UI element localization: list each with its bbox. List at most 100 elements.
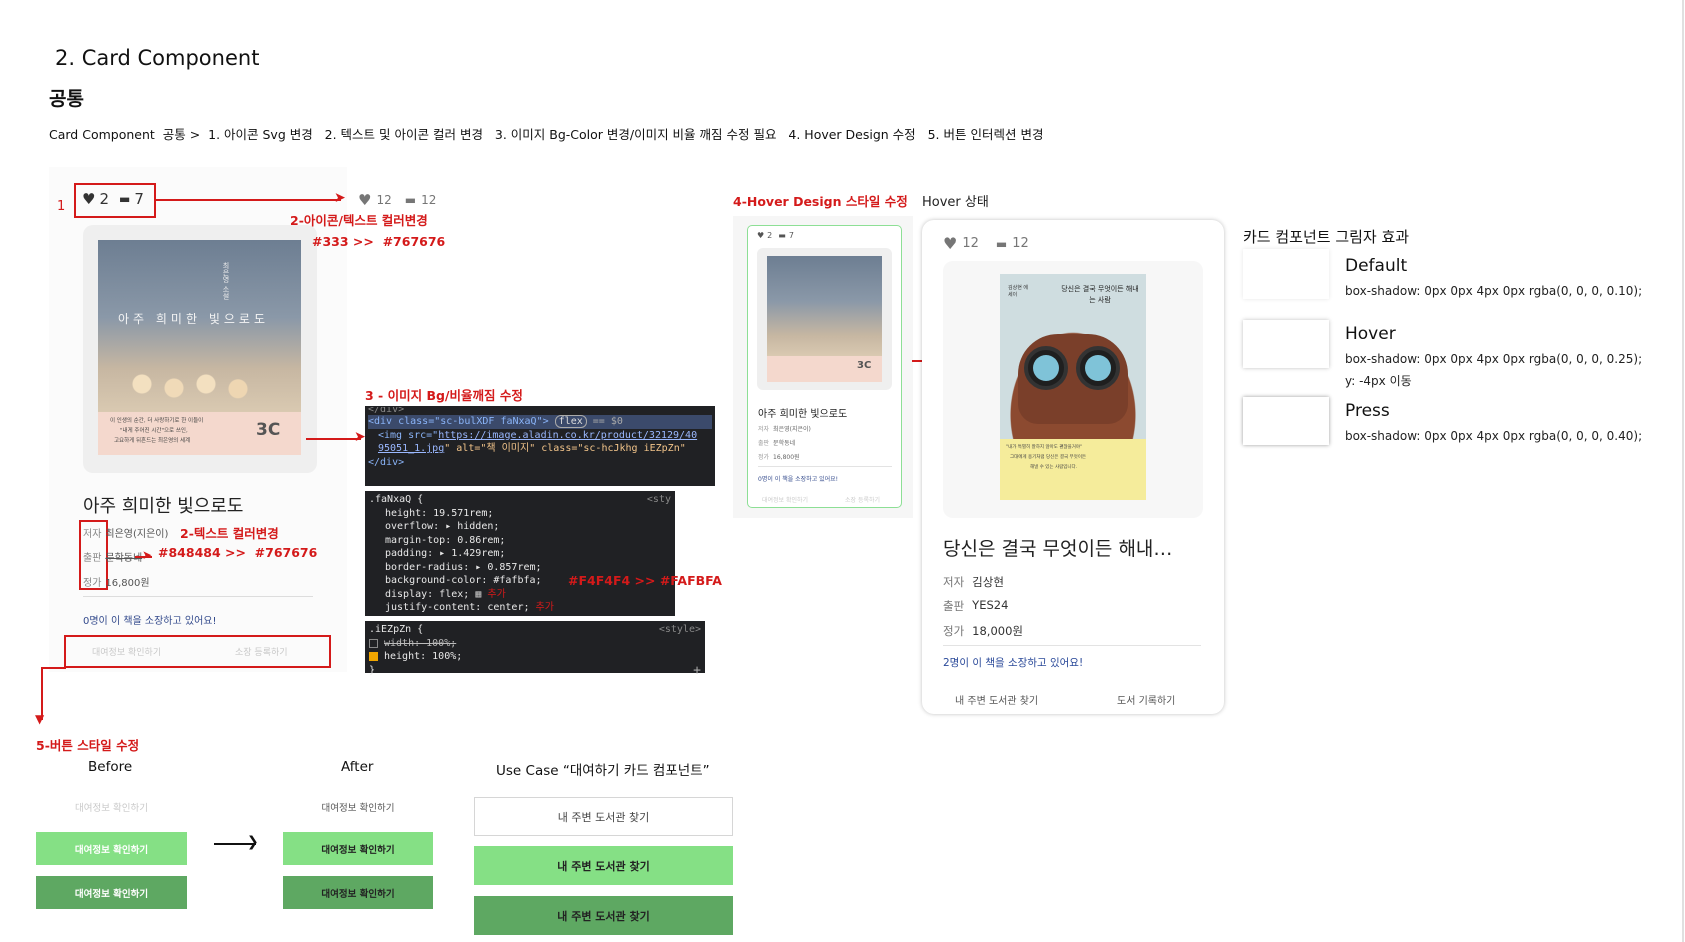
hover-owners-text: 2명이 이 책을 소장하고 있어요! [943,657,1084,669]
html-line-3: 95051_1.jpg" alt="책 이미지" class="sc-hcJkh… [378,443,686,454]
annotation-2-text: 2-텍스트 컬러변경 [180,526,279,541]
old-comment-count: 7 [134,190,144,208]
css2-checkbox-width[interactable] [369,638,378,648]
annotation-2-icon-text: 2-아이콘/텍스트 컬러변경 [290,213,428,228]
old-price-row: 정가 16,800원 [83,574,150,589]
css2-selector: .iEZpZn { [369,624,424,635]
css2-source: <style> [658,624,701,635]
hover-comment-count: 12 [1012,236,1029,251]
hover-small-divider [758,466,892,467]
old-book-title: 아주 희미한 빛으로도 [83,496,244,517]
usecase-hover-button[interactable]: 내 주변 도서관 찾기 [474,846,733,885]
old-author-value: 최은영(지은이) [105,529,169,540]
comment-icon: ▬ [404,193,417,207]
hover-small-owners: 0명이 이 책을 소장하고 있어요! [758,476,839,483]
page-scrollbar[interactable] [1682,0,1684,942]
hover-cover-small-text: 김상현 에세이 [1008,285,1028,298]
old-card-divider [83,596,313,597]
css1-prop-7: justify-content: center; [385,602,530,613]
old-author-label: 저자 [83,529,102,540]
annotation-4: 4-Hover Design 스타일 수정 [733,194,908,209]
hover-publisher-label: 출판 [943,599,965,613]
annotation-2-text-colors: #848484 >> #767676 [158,545,318,560]
old-cover-title: 아주 희미한 빛으로도 [118,312,269,326]
comment-icon: ▬ [119,192,131,206]
heart-icon: ♥ [358,191,372,209]
hover-book-title: 당신은 결국 무엇이든 해내… [943,538,1173,560]
grid-icon: ▦ [475,588,482,600]
annotation-2-icon-colors: #333 >> #767676 [312,234,446,249]
annotation-1: 1 [57,199,66,214]
hover-cover-quote-3: 해낼 수 있는 사람입니다. [1030,465,1078,470]
shadow-hover-label: Hover [1345,324,1396,344]
css1-prop-4: border-radius: ▸ 0.857rem; [385,561,542,573]
hover-small-title: 아주 희미한 빛으로도 [758,409,848,420]
hover-small-cover: 3C [767,256,882,382]
css-block-fanxaq: .faNxaQ { <sty height: 19.571rem; overfl… [365,491,675,616]
css2-prop-width: width: 100%; [384,637,457,649]
shadow-hover-value: box-shadow: 0px 0px 4px 0px rgba(0, 0, 0… [1345,352,1643,366]
arrow-line-3 [306,438,361,440]
hover-small-rental-button[interactable]: 대여정보 확인하기 [762,495,808,504]
hover-cover-quote-2: 그대에게 용기처럼 당신은 결국 무엇이든 [1010,455,1087,460]
hover-small-price: 정가 16,800원 [758,454,800,461]
hover-small-register-button[interactable]: 소장 등록하기 [845,495,880,504]
hover-book-cover: 김상현 에세이 당신은 결국 무엇이든 해내는 사람 "내가 특별히 잘하지 않… [1000,274,1146,500]
css2-checkbox-height[interactable] [369,652,378,662]
after-default-button[interactable]: 대여정보 확인하기 [283,794,433,820]
html-line-4: </div> [368,456,405,468]
old-cover-caption-3: 고요하게 뒤흔드는 최은영의 세계 [114,438,191,444]
old-cover-caption-1: 이 인생의 순간, 더 사랑하기로 한 이들이 [110,418,204,424]
before-hover-button[interactable]: 대여정보 확인하기 [36,832,187,865]
hover-publisher-value: YES24 [972,598,1009,612]
hover-state-label: Hover 상태 [922,195,989,210]
shadow-press-swatch [1243,397,1329,445]
usecase-press-button[interactable]: 내 주변 도서관 찾기 [474,896,733,935]
old-publisher-label: 출판 [83,553,102,564]
after-hover-button[interactable]: 대여정보 확인하기 [283,832,433,865]
html-line-1: <div class="sc-bulXDF faNxaQ"> flex == $… [368,415,712,429]
hover-card-reactions: ♥ 12 ▬ 12 [943,234,1029,253]
css1-source: <sty [646,494,671,505]
old-author-row: 저자 최은영(지은이) [83,525,168,540]
old-register-button[interactable]: 소장 등록하기 [235,645,288,658]
annotation-5: 5-버튼 스타일 수정 [36,738,140,753]
old-cover-top-text: 최은영 소설 [222,262,230,300]
hover-small-comment-count: 7 [788,231,794,240]
hover-author-row: 저자 김상현 [943,574,1004,590]
shadow-default-swatch [1243,249,1329,299]
css1-prop-3: padding: ▸ 1.429rem; [385,548,506,559]
before-label: Before [88,759,133,775]
old-rental-button[interactable]: 대여정보 확인하기 [92,645,161,658]
section-subtitle: 공통 [49,88,84,110]
hover-small-publisher: 출판 문학동네 [758,440,796,447]
annotation-3-bg-colors: #F4F4F4 >> #FAFBFA [568,573,722,588]
arrow-head-5: ▼ [35,712,45,726]
css1-prop-2: margin-top: 0.86rem; [385,534,506,546]
usecase-default-button[interactable]: 내 주변 도서관 찾기 [474,797,733,836]
shadow-hover-extra: y: -4px 이동 [1345,374,1412,388]
section-description: Card Component 공통 > 1. 아이콘 Svg 변경 2. 텍스트… [49,127,1044,142]
hover-price-row: 정가 18,000원 [943,623,1023,639]
hover-cover-title: 당신은 결국 무엇이든 해내는 사람 [1061,285,1139,304]
hover-small-like-count: 2 [767,231,773,240]
arrow-head-2b: ➤ [142,548,153,562]
add-icon[interactable]: + [693,663,701,678]
old-cover-badge: 3C [256,420,281,440]
before-default-button[interactable]: 대여정보 확인하기 [36,794,187,820]
arrow-line-1 [156,199,341,201]
old-book-cover: 최은영 소설 아주 희미한 빛으로도 이 인생의 순간, 더 사랑하기로 한 이… [98,240,301,455]
usecase-label: Use Case “대여하기 카드 컴포넌트” [496,763,710,779]
css1-prop-1: overflow: ▸ hidden; [385,521,500,532]
hover-find-library-button[interactable]: 내 주변 도서관 찾기 [955,692,1038,707]
annotation-3: 3 - 이미지 Bg/비율깨짐 수정 [365,388,523,403]
heart-icon: ♥ [82,190,96,208]
shadow-default-label: Default [1345,256,1408,276]
css-block-iezpzn: .iEZpZn { <style> width: 100%; height: 1… [365,621,705,677]
html-line-2: <img src="https://image.aladin.co.kr/pro… [378,429,698,441]
css2-prop-height: height: 100%; [384,651,463,662]
hover-small-author: 저자 최은영(지은이) [758,426,811,433]
after-press-button[interactable]: 대여정보 확인하기 [283,876,433,909]
hover-record-button[interactable]: 도서 기록하기 [1117,692,1175,707]
before-press-button[interactable]: 대여정보 확인하기 [36,876,187,909]
